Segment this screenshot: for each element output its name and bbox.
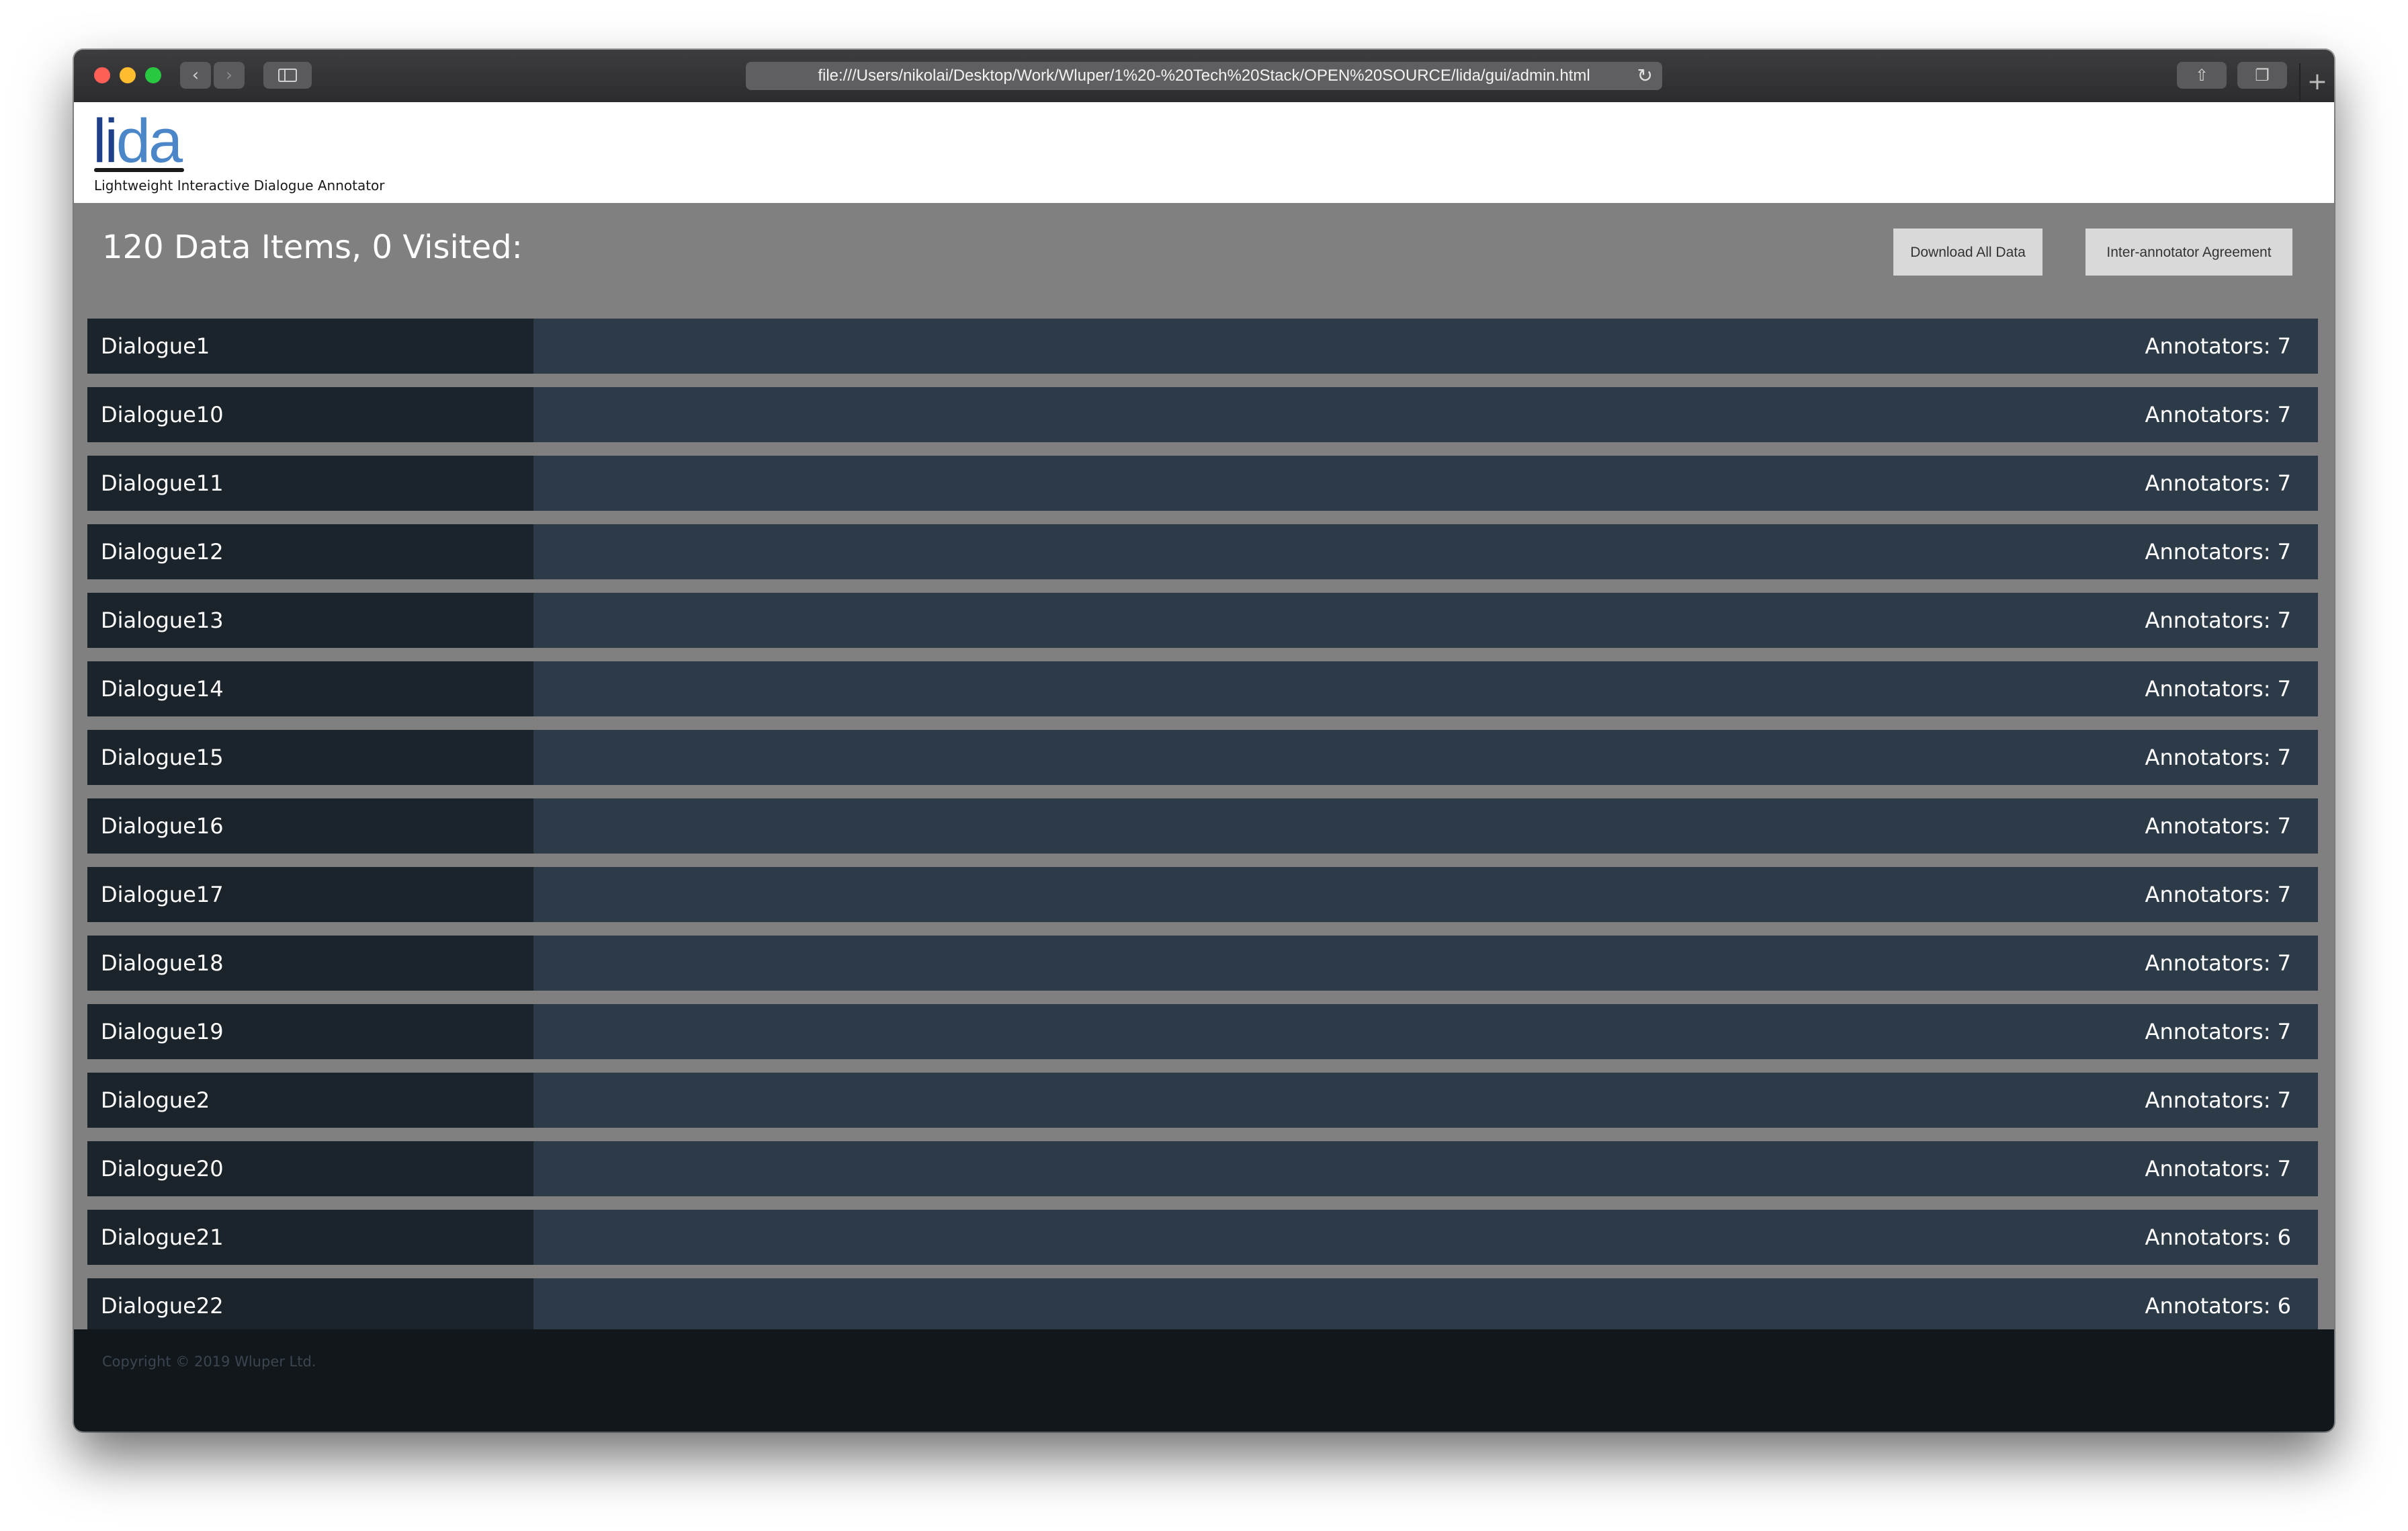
new-tab-button[interactable]: + xyxy=(2299,63,2334,101)
dialogue-row[interactable]: Dialogue11 Annotators: 7 xyxy=(87,456,2318,511)
zoom-window-button[interactable] xyxy=(145,67,161,83)
show-tabs-button[interactable]: ❐ xyxy=(2237,62,2287,89)
annotators-count: Annotators: 7 xyxy=(2145,608,2291,633)
annotators-count: Annotators: 7 xyxy=(2145,333,2291,359)
annotators-count: Annotators: 7 xyxy=(2145,1087,2291,1113)
dialogue-row[interactable]: Dialogue15 Annotators: 7 xyxy=(87,730,2318,785)
dialogue-row[interactable]: Dialogue20 Annotators: 7 xyxy=(87,1141,2318,1196)
dialogue-name: Dialogue20 xyxy=(87,1141,533,1196)
logo-tagline: Lightweight Interactive Dialogue Annotat… xyxy=(94,177,385,194)
annotators-count: Annotators: 6 xyxy=(2145,1293,2291,1319)
browser-toolbar: ‹ › file:///Users/nikolai/Desktop/Work/W… xyxy=(74,50,2334,104)
sidebar-icon xyxy=(278,69,297,82)
annotators-count: Annotators: 6 xyxy=(2145,1225,2291,1250)
dialogue-name: Dialogue15 xyxy=(87,730,533,785)
dialogue-row[interactable]: Dialogue22 Annotators: 6 xyxy=(87,1278,2318,1329)
back-button[interactable]: ‹ xyxy=(180,62,211,89)
dialogue-row[interactable]: Dialogue14 Annotators: 7 xyxy=(87,661,2318,716)
annotators-count: Annotators: 7 xyxy=(2145,1019,2291,1044)
inter-annotator-agreement-button[interactable]: Inter-annotator Agreement xyxy=(2086,229,2292,276)
copyright-text: Copyright © 2019 Wluper Ltd. xyxy=(102,1354,316,1370)
dialogue-name: Dialogue12 xyxy=(87,524,533,579)
annotators-count: Annotators: 7 xyxy=(2145,950,2291,976)
annotators-count: Annotators: 7 xyxy=(2145,882,2291,907)
sidebar-toggle-button[interactable] xyxy=(263,62,312,89)
dialogue-row[interactable]: Dialogue17 Annotators: 7 xyxy=(87,867,2318,922)
dialogue-name: Dialogue21 xyxy=(87,1210,533,1265)
dialogue-name: Dialogue19 xyxy=(87,1004,533,1059)
download-all-data-button[interactable]: Download All Data xyxy=(1893,229,2042,276)
annotators-count: Annotators: 7 xyxy=(2145,1156,2291,1182)
url-text: file:///Users/nikolai/Desktop/Work/Wlupe… xyxy=(818,67,1590,85)
browser-window: ‹ › file:///Users/nikolai/Desktop/Work/W… xyxy=(74,50,2334,1432)
dialogue-row[interactable]: Dialogue10 Annotators: 7 xyxy=(87,387,2318,442)
dialogue-row[interactable]: Dialogue21 Annotators: 6 xyxy=(87,1210,2318,1265)
dialogue-name: Dialogue1 xyxy=(87,319,533,374)
dialogue-name: Dialogue14 xyxy=(87,661,533,716)
dialogue-name: Dialogue22 xyxy=(87,1278,533,1329)
annotators-count: Annotators: 7 xyxy=(2145,539,2291,565)
dialogue-row[interactable]: Dialogue16 Annotators: 7 xyxy=(87,798,2318,854)
dialogue-name: Dialogue18 xyxy=(87,936,533,991)
dialogue-name: Dialogue11 xyxy=(87,456,533,511)
footer: Copyright © 2019 Wluper Ltd. xyxy=(74,1329,2334,1432)
address-bar[interactable]: file:///Users/nikolai/Desktop/Work/Wlupe… xyxy=(746,62,1662,90)
dialogue-row[interactable]: Dialogue13 Annotators: 7 xyxy=(87,593,2318,648)
annotators-count: Annotators: 7 xyxy=(2145,813,2291,839)
forward-button[interactable]: › xyxy=(214,62,245,89)
share-button[interactable]: ⇧ xyxy=(2177,62,2227,89)
dialogue-row[interactable]: Dialogue12 Annotators: 7 xyxy=(87,524,2318,579)
dialogue-name: Dialogue2 xyxy=(87,1073,533,1128)
close-window-button[interactable] xyxy=(94,67,110,83)
lida-logo[interactable]: lida xyxy=(93,108,183,175)
admin-panel: 120 Data Items, 0 Visited: Download All … xyxy=(74,203,2334,1329)
dialogue-name: Dialogue10 xyxy=(87,387,533,442)
app-header: lida Lightweight Interactive Dialogue An… xyxy=(74,102,2334,203)
dialogue-name: Dialogue16 xyxy=(87,798,533,854)
annotators-count: Annotators: 7 xyxy=(2145,745,2291,770)
dialogue-row[interactable]: Dialogue2 Annotators: 7 xyxy=(87,1073,2318,1128)
annotators-count: Annotators: 7 xyxy=(2145,402,2291,427)
reload-icon[interactable]: ↻ xyxy=(1637,62,1653,90)
minimize-window-button[interactable] xyxy=(120,67,136,83)
dialogue-list: Dialogue1 Annotators: 7 Dialogue10 Annotato… xyxy=(87,319,2318,1329)
dialogue-row[interactable]: Dialogue18 Annotators: 7 xyxy=(87,936,2318,991)
annotators-count: Annotators: 7 xyxy=(2145,470,2291,496)
dialogue-name: Dialogue17 xyxy=(87,867,533,922)
data-items-summary: 120 Data Items, 0 Visited: xyxy=(102,229,523,266)
annotators-count: Annotators: 7 xyxy=(2145,676,2291,702)
dialogue-row[interactable]: Dialogue19 Annotators: 7 xyxy=(87,1004,2318,1059)
dialogue-row[interactable]: Dialogue1 Annotators: 7 xyxy=(87,319,2318,374)
dialogue-name: Dialogue13 xyxy=(87,593,533,648)
logo-underline xyxy=(94,168,184,172)
